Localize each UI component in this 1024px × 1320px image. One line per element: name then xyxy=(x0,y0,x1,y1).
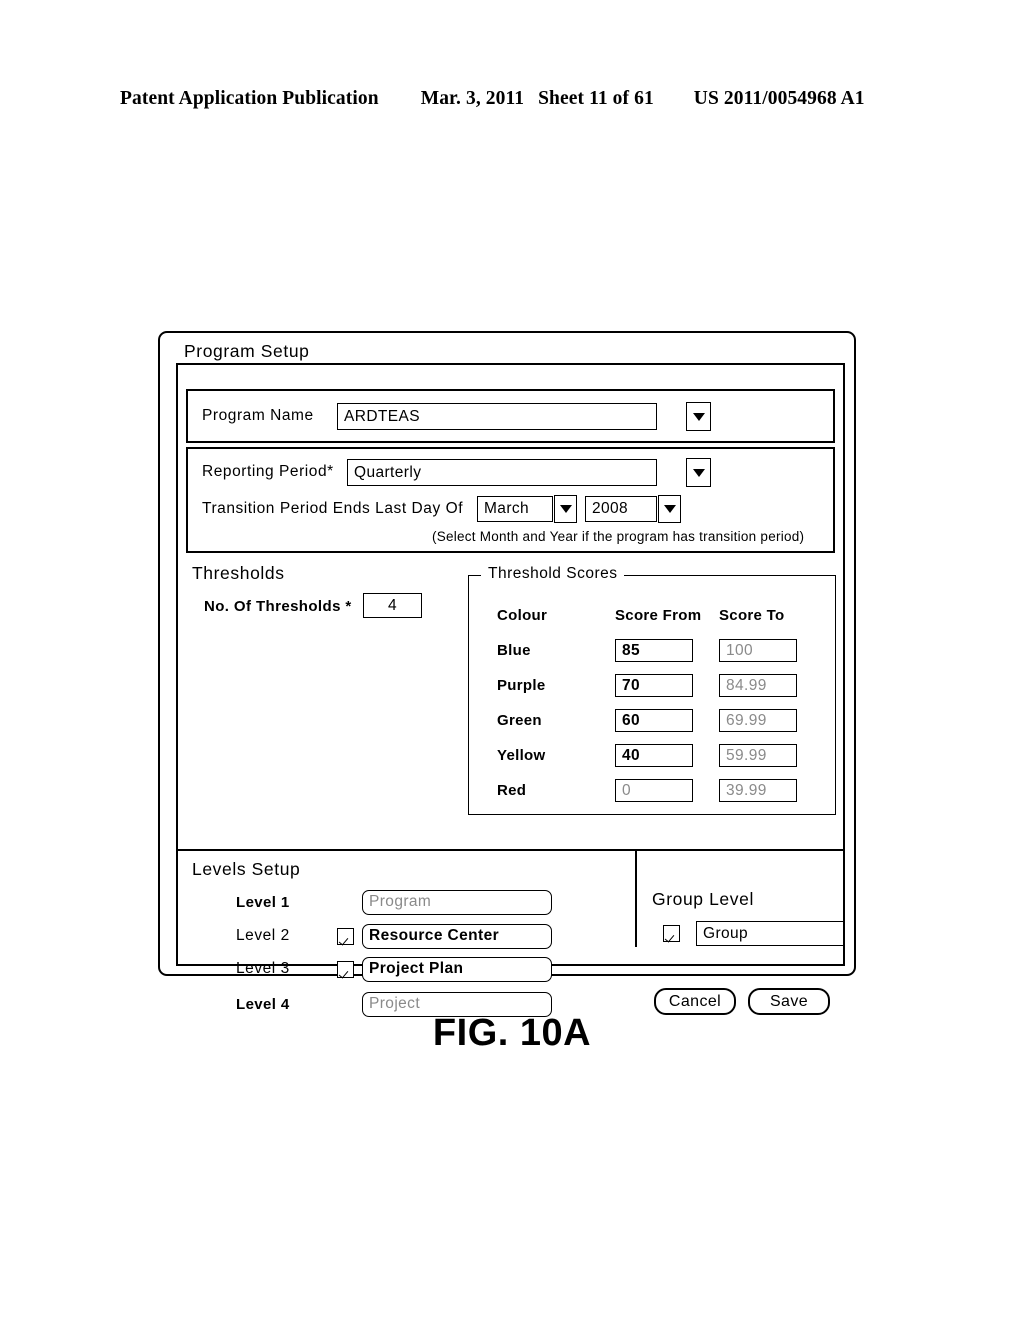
threshold-colour-yellow: Yellow xyxy=(497,747,546,764)
threshold-colour-green: Green xyxy=(497,712,542,729)
patent-header-publication: Patent Application Publication xyxy=(120,88,379,109)
level-row-3: Level 3 Project Plan xyxy=(178,956,552,982)
threshold-colour-purple: Purple xyxy=(497,677,546,694)
score-to-input-purple[interactable]: 84.99 xyxy=(719,674,797,697)
group-level-input[interactable]: Group xyxy=(696,921,844,946)
no-of-thresholds-input[interactable]: 4 xyxy=(363,593,422,618)
chevron-down-icon xyxy=(692,412,705,421)
level-row-1: Level 1 Program xyxy=(178,889,552,915)
program-name-section: Program Name ARDTEAS xyxy=(186,389,835,443)
chevron-down-icon xyxy=(692,468,705,477)
level-1-label: Level 1 xyxy=(236,893,290,911)
threshold-colour-blue: Blue xyxy=(497,642,531,659)
group-level-title: Group Level xyxy=(652,889,754,909)
patent-header-number: US 2011/0054968 A1 xyxy=(693,88,865,109)
level-1-input[interactable]: Program xyxy=(362,889,552,915)
chevron-down-icon xyxy=(559,505,572,513)
program-name-dropdown-button[interactable] xyxy=(686,402,711,431)
dialog-title: Program Setup xyxy=(182,341,314,362)
score-to-input-blue[interactable]: 100 xyxy=(719,639,797,662)
transition-year-dropdown-button[interactable] xyxy=(658,495,681,523)
transition-period-hint: (Select Month and Year if the program ha… xyxy=(432,529,805,544)
table-row: Purple 70 84.99 xyxy=(497,668,815,703)
level-3-input[interactable]: Project Plan xyxy=(362,956,552,982)
cancel-button[interactable]: Cancel xyxy=(654,988,736,1015)
transition-year-input[interactable]: 2008 xyxy=(585,496,657,522)
transition-month-dropdown-button[interactable] xyxy=(554,495,577,523)
thresholds-section-title: Thresholds xyxy=(192,563,285,583)
group-level-checkbox[interactable] xyxy=(663,925,680,942)
score-to-input-red[interactable]: 39.99 xyxy=(719,779,797,802)
threshold-scores-legend: Threshold Scores xyxy=(481,565,625,583)
score-from-input-purple[interactable]: 70 xyxy=(615,674,693,697)
level-2-checkbox-slot xyxy=(328,927,362,945)
thresholds-section: Thresholds No. Of Thresholds * 4 Thresho… xyxy=(178,555,843,851)
transition-period-label: Transition Period Ends Last Day Of xyxy=(202,500,464,517)
save-button[interactable]: Save xyxy=(748,988,830,1015)
levels-setup-section: Levels Setup Level 1 Program Level 2 Res… xyxy=(178,851,844,1017)
patent-header-sheet: Sheet 11 of 61 xyxy=(538,88,654,109)
threshold-scores-fieldset: Threshold Scores Colour Score From Score… xyxy=(468,565,836,815)
score-to-input-green[interactable]: 69.99 xyxy=(719,709,797,732)
patent-header: Patent Application Publication Mar. 3, 2… xyxy=(120,88,910,110)
no-of-thresholds-label: No. Of Thresholds * xyxy=(204,598,352,615)
column-header-colour: Colour xyxy=(497,607,548,624)
threshold-scores-table: Colour Score From Score To Blue 85 100 P… xyxy=(497,598,815,808)
table-row: Yellow 40 59.99 xyxy=(497,738,815,773)
figure-caption: FIG. 10A xyxy=(432,1012,592,1054)
column-header-score-from: Score From xyxy=(615,607,702,624)
levels-group-divider xyxy=(635,851,637,947)
level-2-input[interactable]: Resource Center xyxy=(362,923,552,949)
patent-header-date: Mar. 3, 2011 xyxy=(420,88,525,109)
level-2-label: Level 2 xyxy=(236,927,290,944)
program-setup-dialog: Program Setup Program Name ARDTEAS Repor… xyxy=(158,331,856,1017)
program-name-label: Program Name xyxy=(202,407,314,424)
level-3-checkbox-slot xyxy=(328,960,362,978)
transition-month-input[interactable]: March xyxy=(477,496,553,522)
levels-setup-title: Levels Setup xyxy=(192,859,301,879)
program-name-input[interactable]: ARDTEAS xyxy=(337,403,657,430)
score-from-input-red[interactable]: 0 xyxy=(615,779,693,802)
level-3-checkbox[interactable] xyxy=(336,960,354,978)
chevron-down-icon xyxy=(663,505,676,513)
score-to-input-yellow[interactable]: 59.99 xyxy=(719,744,797,767)
level-4-label: Level 4 xyxy=(236,995,290,1013)
score-from-input-blue[interactable]: 85 xyxy=(615,639,693,662)
level-3-label: Level 3 xyxy=(236,960,290,977)
level-row-2: Level 2 Resource Center xyxy=(178,923,552,949)
score-from-input-yellow[interactable]: 40 xyxy=(615,744,693,767)
reporting-period-dropdown-button[interactable] xyxy=(686,458,711,487)
threshold-colour-red: Red xyxy=(497,782,527,799)
dialog-inner-frame: Program Name ARDTEAS Reporting Period* Q… xyxy=(176,363,845,1017)
level-2-checkbox[interactable] xyxy=(336,927,354,945)
reporting-period-section: Reporting Period* Quarterly Transition P… xyxy=(186,447,835,553)
reporting-period-input[interactable]: Quarterly xyxy=(347,459,657,486)
table-row: Green 60 69.99 xyxy=(497,703,815,738)
column-header-score-to: Score To xyxy=(719,607,785,624)
table-row: Red 0 39.99 xyxy=(497,773,815,808)
reporting-period-label: Reporting Period* xyxy=(202,463,334,480)
score-from-input-green[interactable]: 60 xyxy=(615,709,693,732)
table-row: Blue 85 100 xyxy=(497,633,815,668)
table-header-row: Colour Score From Score To xyxy=(497,598,815,633)
